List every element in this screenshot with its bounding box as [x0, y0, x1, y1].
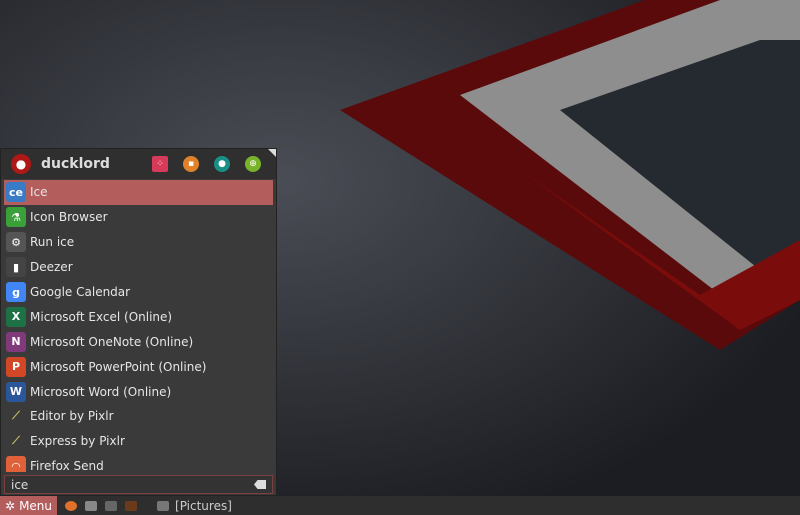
- list-item-label: Firefox Send: [30, 459, 104, 472]
- list-item-label: Microsoft Word (Online): [30, 384, 172, 399]
- onenote-icon: N: [6, 331, 26, 352]
- list-item[interactable]: ce Ice: [4, 180, 273, 205]
- gears-icon: ⚙: [6, 232, 26, 253]
- list-item-label: Deezer: [30, 260, 73, 275]
- list-item-label: Microsoft PowerPoint (Online): [30, 359, 207, 374]
- resize-corner[interactable]: [268, 149, 276, 157]
- list-item[interactable]: ◠ Firefox Send: [4, 454, 273, 472]
- application-menu: ● ducklord ⁘ ▪ ● ⊕ ce Ice ⚗ Icon Browser ⚙ Ru…: [0, 148, 277, 496]
- list-item-label: Microsoft Excel (Online): [30, 309, 173, 324]
- menu-header: ● ducklord ⁘ ▪ ● ⊕: [1, 149, 276, 179]
- list-item[interactable]: ⟋ Express by Pixlr: [4, 429, 273, 454]
- list-item-label: Icon Browser: [30, 210, 108, 225]
- pixlr-icon: ⟋: [12, 434, 20, 448]
- user-switch-icon[interactable]: ●: [214, 156, 230, 172]
- media-player-icon[interactable]: [125, 500, 138, 511]
- list-item-label: Ice: [30, 185, 48, 200]
- google-icon: g: [6, 282, 26, 302]
- list-item[interactable]: W Microsoft Word (Online): [4, 379, 273, 404]
- excel-icon: X: [6, 306, 26, 327]
- file-manager-icon[interactable]: [85, 500, 98, 511]
- menu-button[interactable]: ✲ Menu: [0, 496, 58, 515]
- firefox-icon[interactable]: [65, 500, 78, 511]
- list-item[interactable]: ⟋ Editor by Pixlr: [4, 404, 273, 429]
- software-icon[interactable]: ⁘: [152, 156, 168, 172]
- list-item[interactable]: P Microsoft PowerPoint (Online): [4, 354, 273, 379]
- search-value: ice: [11, 477, 29, 492]
- list-item[interactable]: ▮ Deezer: [4, 255, 273, 280]
- firefox-send-icon: ◠: [6, 456, 26, 472]
- list-item-label: Editor by Pixlr: [30, 409, 114, 424]
- window-icon: [157, 500, 170, 511]
- pixlr-icon: ⟋: [12, 409, 20, 423]
- menu-icon: ✲: [5, 498, 16, 513]
- flask-icon: ⚗: [6, 207, 26, 228]
- powerpoint-icon: P: [6, 356, 26, 377]
- list-item[interactable]: g Google Calendar: [4, 280, 273, 305]
- menu-label: Menu: [19, 498, 53, 513]
- results-list: ce Ice ⚗ Icon Browser ⚙ Run ice ▮ Deezer g Google…: [4, 180, 273, 472]
- list-item-label: Microsoft OneNote (Online): [30, 334, 194, 349]
- user-avatar-icon[interactable]: ●: [11, 154, 31, 174]
- deezer-icon: ▮: [6, 257, 26, 278]
- search-input[interactable]: ice: [4, 475, 273, 494]
- list-item[interactable]: X Microsoft Excel (Online): [4, 304, 273, 329]
- lock-icon[interactable]: ▪: [183, 156, 199, 172]
- list-item-label: Run ice: [30, 235, 75, 250]
- list-item[interactable]: N Microsoft OneNote (Online): [4, 329, 273, 354]
- list-item[interactable]: ⚗ Icon Browser: [4, 205, 273, 230]
- ice-icon: ce: [6, 182, 26, 203]
- terminal-icon[interactable]: [105, 500, 118, 511]
- word-icon: W: [6, 381, 26, 402]
- list-item-label: Google Calendar: [30, 285, 131, 299]
- taskbar: ✲ Menu [Pictures]: [0, 496, 800, 515]
- taskbar-window-pictures[interactable]: [Pictures]: [175, 499, 232, 513]
- list-item-label: Express by Pixlr: [30, 434, 125, 449]
- username: ducklord: [41, 156, 110, 172]
- clear-search-icon[interactable]: [254, 480, 266, 489]
- logout-icon[interactable]: ⊕: [245, 156, 261, 172]
- list-item[interactable]: ⚙ Run ice: [4, 230, 273, 255]
